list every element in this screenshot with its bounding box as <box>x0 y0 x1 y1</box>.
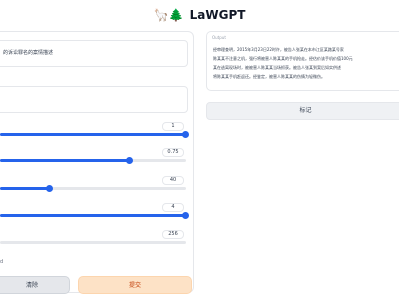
input-panel <box>0 31 194 293</box>
input-textbox[interactable] <box>0 86 188 113</box>
slider-4-fill <box>0 214 186 217</box>
slider-1-thumb[interactable] <box>182 131 189 138</box>
stream-checkbox-label[interactable]: d <box>0 259 3 265</box>
output-box: Output 经审理查明，2015年3月23日22时许，被告人张某在本市江区某路… <box>206 31 399 91</box>
slider-2-fill <box>0 159 131 162</box>
slider-1-track[interactable] <box>0 131 189 138</box>
slider-3-value[interactable]: 40 <box>162 176 184 185</box>
submit-button[interactable]: 提交 <box>78 276 192 294</box>
output-label: Output <box>212 35 226 40</box>
flag-button[interactable]: 标记 <box>206 102 399 120</box>
slider-4-value[interactable]: 4 <box>162 203 184 212</box>
slider-3-track[interactable] <box>0 185 186 192</box>
clear-button[interactable]: 清除 <box>0 276 70 294</box>
llama-tree-icon: 🦙🌲 <box>153 8 184 22</box>
instruction-text: 的诉讼罪名的案情描述 <box>3 50 54 56</box>
slider-3-fill <box>0 187 51 190</box>
instruction-textbox[interactable]: 的诉讼罪名的案情描述 <box>0 40 188 67</box>
slider-4-thumb[interactable] <box>182 212 189 219</box>
slider-1-value[interactable]: 1 <box>162 122 184 131</box>
slider-4-track[interactable] <box>0 212 189 219</box>
slider-2-value[interactable]: 0.75 <box>162 148 184 157</box>
slider-1-fill <box>0 133 186 136</box>
slider-5-value[interactable]: 256 <box>162 230 184 239</box>
app-title-text: LaWGPT <box>189 8 246 22</box>
app-title: 🦙🌲 LaWGPT <box>0 7 399 23</box>
output-text: 经审理查明，2015年3月23日22时许，被告人张某在本市江区某路某号家 陈某某… <box>213 47 353 79</box>
slider-2-track[interactable] <box>0 157 186 164</box>
slider-5-track[interactable] <box>0 241 186 244</box>
